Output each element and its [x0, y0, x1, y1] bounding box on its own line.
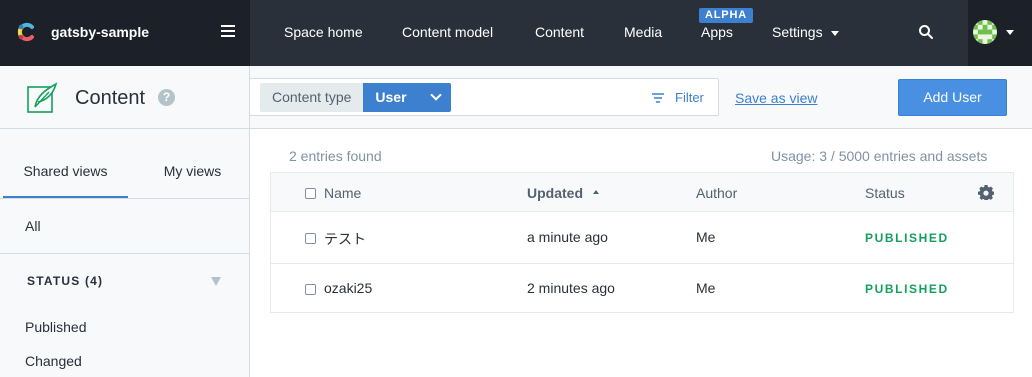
identicon-icon: [973, 20, 997, 44]
column-author[interactable]: Author: [696, 185, 737, 201]
nav-space-home[interactable]: Space home: [284, 24, 363, 40]
table-header: Name Updated Author Status: [271, 173, 1013, 212]
avatar[interactable]: [973, 20, 997, 44]
nav-settings-label: Settings: [772, 24, 823, 40]
filter-label: Filter: [675, 90, 704, 105]
nav-settings[interactable]: Settings: [772, 24, 839, 40]
tab-shared-views[interactable]: Shared views: [3, 129, 128, 198]
view-all[interactable]: All: [25, 218, 41, 234]
account-chevron-down-icon[interactable]: [1006, 30, 1014, 35]
alpha-badge: ALPHA: [699, 8, 753, 23]
page-title: Content: [75, 87, 146, 109]
save-as-view-link[interactable]: Save as view: [735, 90, 817, 106]
entry-updated: a minute ago: [527, 229, 608, 245]
content-type-value: User: [375, 89, 407, 105]
space-name: gatsby-sample: [51, 24, 150, 40]
content-type-label: Content type: [260, 83, 364, 112]
tab-my-views[interactable]: My views: [130, 129, 255, 199]
column-updated-label: Updated: [527, 185, 583, 201]
divider: [0, 198, 249, 199]
nav-media[interactable]: Media: [624, 24, 662, 40]
filter-icon: [652, 92, 664, 103]
gear-icon[interactable]: [978, 184, 994, 200]
divider: [0, 253, 249, 254]
page-header: Content ? Content type User Filter Save …: [0, 66, 1032, 129]
status-folder-heading[interactable]: STATUS (4): [27, 274, 103, 288]
entry-updated: 2 minutes ago: [527, 280, 615, 296]
content-type-select[interactable]: User: [363, 83, 452, 112]
chevron-down-icon: [830, 30, 839, 36]
entry-search-bar[interactable]: Content type User Filter: [249, 78, 719, 116]
view-published[interactable]: Published: [25, 319, 87, 335]
column-name[interactable]: Name: [324, 185, 361, 201]
view-changed[interactable]: Changed: [25, 353, 82, 369]
entries-count: 2 entries found: [289, 148, 382, 164]
help-icon[interactable]: ?: [158, 89, 175, 106]
contentful-logo-icon: [17, 22, 34, 42]
content-feather-icon: [27, 82, 58, 113]
entry-name[interactable]: ozaki25: [324, 280, 372, 296]
column-updated[interactable]: Updated: [527, 185, 599, 201]
usage-info: Usage: 3 / 5000 entries and assets: [771, 148, 988, 164]
header-title-area: Content ?: [0, 66, 250, 128]
nav-content-model[interactable]: Content model: [402, 24, 493, 40]
select-all-checkbox[interactable]: [305, 188, 316, 199]
nav-apps[interactable]: Apps: [701, 24, 733, 40]
entry-name[interactable]: テスト: [324, 229, 366, 249]
menu-icon[interactable]: [221, 25, 235, 37]
add-user-button[interactable]: Add User: [898, 79, 1007, 116]
space-switcher[interactable]: gatsby-sample: [0, 0, 250, 66]
nav-content[interactable]: Content: [535, 24, 584, 40]
status-badge: PUBLISHED: [865, 231, 949, 245]
status-badge: PUBLISHED: [865, 282, 949, 296]
sort-ascending-icon: [593, 190, 599, 195]
chevron-down-icon: [430, 89, 443, 101]
filter-button[interactable]: Filter: [652, 90, 704, 105]
content-type-filter[interactable]: Content type User: [260, 83, 452, 112]
table-row[interactable]: テスト a minute ago Me PUBLISHED: [271, 213, 1013, 263]
entries-table: Name Updated Author Status テスト a minute …: [270, 172, 1014, 313]
views-sidebar: Shared views My views All STATUS (4) Pub…: [0, 129, 250, 377]
table-row[interactable]: ozaki25 2 minutes ago Me PUBLISHED: [271, 263, 1013, 313]
row-checkbox[interactable]: [305, 233, 316, 244]
row-checkbox[interactable]: [305, 284, 316, 295]
entry-author: Me: [696, 280, 716, 296]
collapse-caret-icon[interactable]: [211, 277, 221, 286]
top-navigation-bar: gatsby-sample Space home Content model C…: [0, 0, 1032, 66]
search-icon[interactable]: [918, 24, 934, 40]
column-status[interactable]: Status: [865, 185, 905, 201]
entry-author: Me: [696, 229, 716, 245]
